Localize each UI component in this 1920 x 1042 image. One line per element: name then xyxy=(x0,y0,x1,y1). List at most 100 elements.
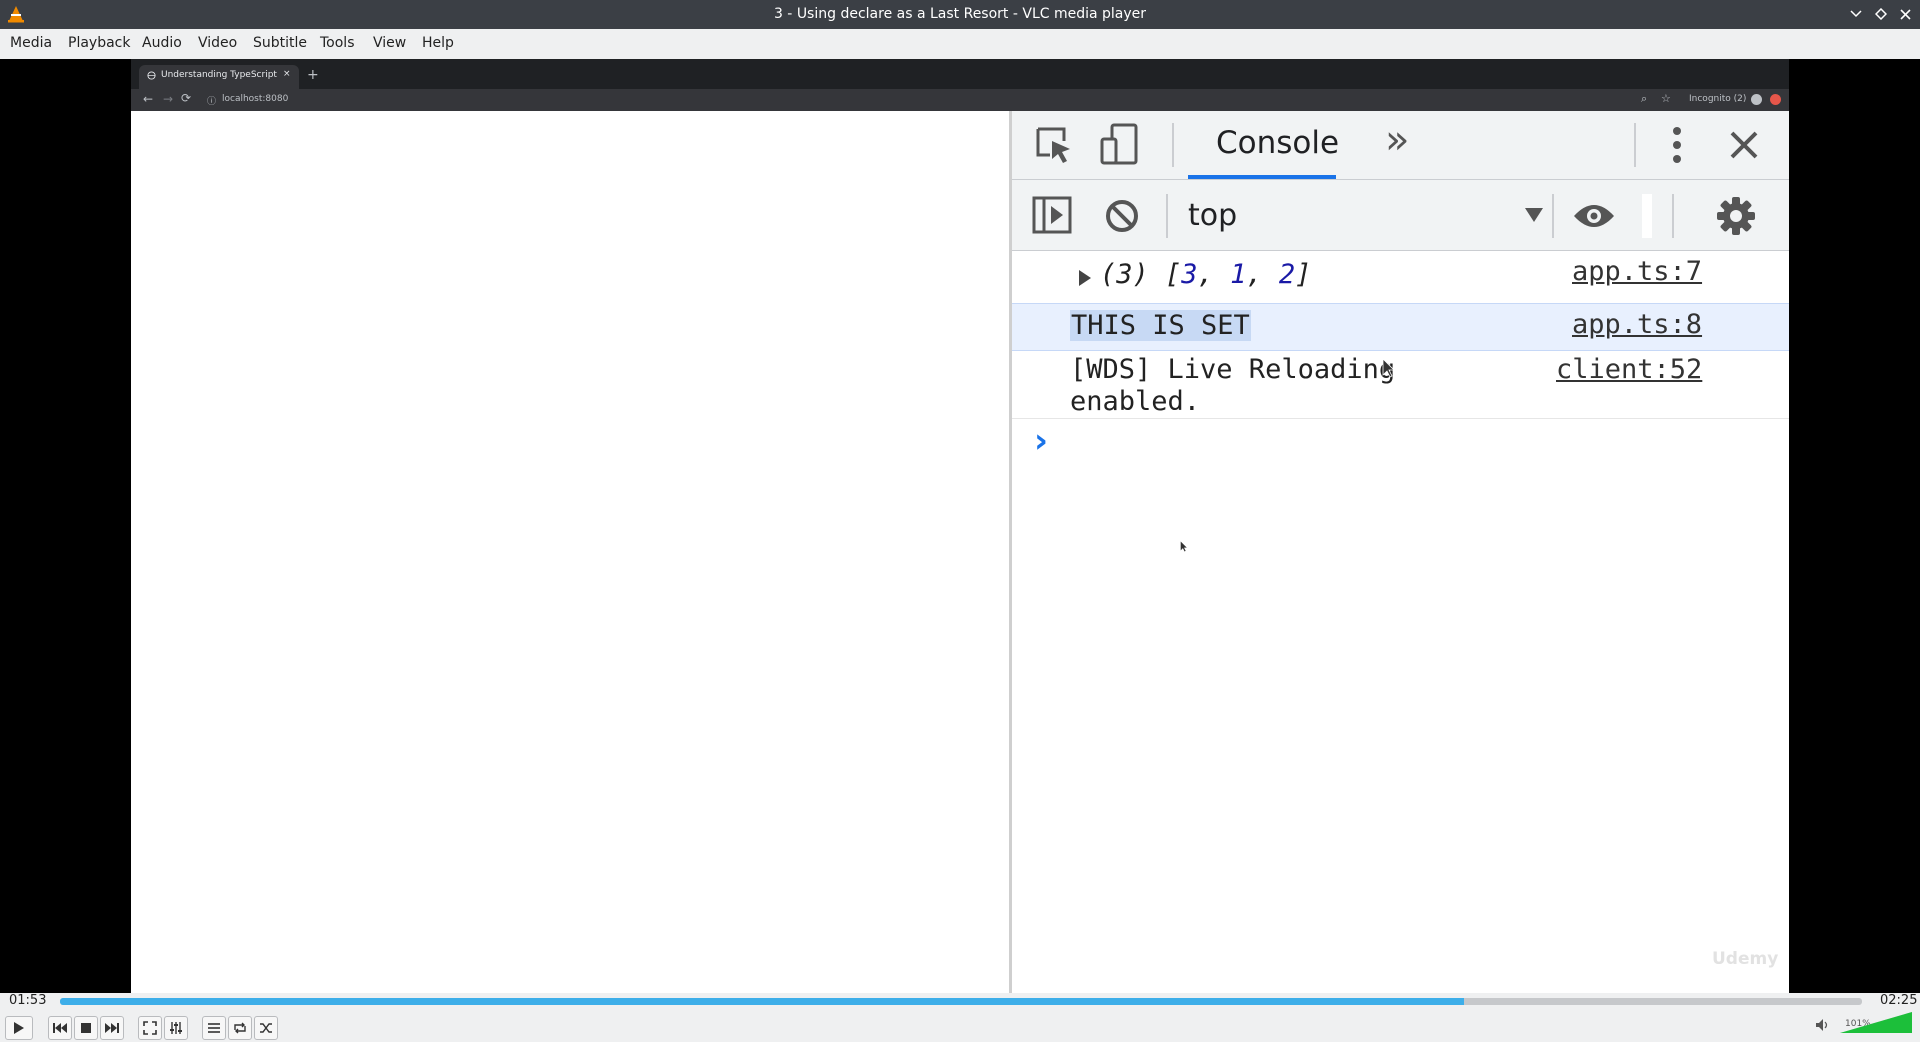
new-tab-icon: + xyxy=(307,67,319,83)
total-time[interactable]: 02:25 xyxy=(1880,993,1917,1008)
more-tabs-icon[interactable]: » xyxy=(1385,117,1409,163)
seek-slider-fill xyxy=(60,998,1464,1005)
web-page-content xyxy=(131,111,1009,993)
udemy-watermark: Udemy xyxy=(1712,949,1779,969)
toolbar-separator xyxy=(1672,194,1674,238)
menu-tools[interactable]: Tools xyxy=(320,35,355,51)
menu-media[interactable]: Media xyxy=(10,35,52,51)
browser-tab-strip: Understanding TypeScript × + xyxy=(131,59,1789,89)
browser-tab: Understanding TypeScript × xyxy=(139,65,299,89)
toolbar-separator xyxy=(1166,194,1168,238)
gear-icon[interactable] xyxy=(1716,196,1756,236)
elapsed-time: 01:53 xyxy=(9,993,47,1008)
toolbar-separator xyxy=(1552,194,1554,238)
array-value: 1 xyxy=(1230,259,1247,290)
array-prefix: (3) [ xyxy=(1100,259,1182,290)
toolbar-separator xyxy=(1634,123,1636,167)
tab-console-label: Console xyxy=(1216,125,1340,161)
console-log-row: (3) [3, 1, 2] app.ts:7 xyxy=(1012,251,1789,304)
speaker-icon[interactable] xyxy=(1815,1018,1831,1032)
source-link[interactable]: app.ts:7 xyxy=(1572,256,1702,287)
stop-button[interactable] xyxy=(74,1016,98,1040)
star-icon: ☆ xyxy=(1661,92,1671,105)
console-prompt[interactable]: › xyxy=(1034,421,1774,467)
fullscreen-icon xyxy=(143,1021,157,1035)
video-frame: Understanding TypeScript × + ← → ⟳ ⓘ loc… xyxy=(131,59,1789,993)
volume-slider-graphic xyxy=(1840,1012,1912,1033)
array-suffix: ] xyxy=(1295,259,1312,290)
window-title: 3 - Using declare as a Last Resort - VLC… xyxy=(773,6,1147,22)
equalizer-icon xyxy=(170,1022,182,1034)
prompt-chevron-icon: › xyxy=(1034,421,1049,461)
browser-tab-close-icon: × xyxy=(283,69,291,79)
menu-help[interactable]: Help xyxy=(422,35,454,51)
menu-view[interactable]: View xyxy=(373,35,406,51)
array-log: (3) [3, 1, 2] xyxy=(1100,259,1312,290)
incognito-icon xyxy=(1751,94,1762,105)
stop-icon xyxy=(81,1023,91,1033)
menu-bar: Media Playback Audio Video Subtitle Tool… xyxy=(0,29,1920,60)
source-link[interactable]: client:52 xyxy=(1556,354,1702,385)
globe-icon xyxy=(147,71,156,80)
console-log-row-selected: THIS IS SET app.ts:8 xyxy=(1012,303,1789,351)
title-bar: 3 - Using declare as a Last Resort - VLC… xyxy=(0,0,1920,29)
expand-triangle-icon[interactable] xyxy=(1078,269,1092,287)
browser-tab-title: Understanding TypeScript xyxy=(161,70,277,80)
tab-console[interactable]: Console xyxy=(1188,111,1340,179)
loop-button[interactable] xyxy=(228,1016,252,1040)
devtools-panel: Console » top (3) [3, 1, 2] app.ts:7 THI… xyxy=(1009,111,1789,993)
kebab-menu-icon[interactable] xyxy=(1672,125,1682,165)
chevron-down-icon xyxy=(1525,208,1543,222)
player-controls: 01:53 02:25 101% xyxy=(0,993,1920,1042)
skip-forward-icon xyxy=(105,1023,119,1033)
minimize-icon[interactable] xyxy=(1846,4,1866,24)
maximize-icon[interactable] xyxy=(1871,4,1891,24)
play-button[interactable] xyxy=(5,1016,33,1040)
next-button[interactable] xyxy=(100,1016,124,1040)
console-toolbar: top xyxy=(1012,180,1789,251)
zoom-icon: ⌕ xyxy=(1641,92,1648,105)
skip-back-icon xyxy=(53,1023,67,1033)
playlist-button[interactable] xyxy=(202,1016,226,1040)
element-picker-icon xyxy=(1036,127,1070,163)
seek-slider[interactable] xyxy=(60,998,1862,1005)
shuffle-button[interactable] xyxy=(254,1016,278,1040)
mouse-cursor-icon xyxy=(1180,541,1187,552)
previous-button[interactable] xyxy=(48,1016,72,1040)
browser-address-bar: ← → ⟳ ⓘ localhost:8080 ⌕ ☆ Incognito (2) xyxy=(131,89,1789,111)
menu-playback[interactable]: Playback xyxy=(68,35,130,51)
log-text-highlighted: THIS IS SET xyxy=(1070,310,1251,341)
context-selector[interactable]: top xyxy=(1180,190,1543,240)
forward-arrow-icon: → xyxy=(163,92,174,106)
menu-video[interactable]: Video xyxy=(198,35,237,51)
menu-audio[interactable]: Audio xyxy=(142,35,182,51)
reload-icon: ⟳ xyxy=(181,91,192,105)
devtools-toolbar: Console » xyxy=(1012,111,1789,180)
close-icon[interactable] xyxy=(1895,4,1915,24)
sidebar-toggle-icon[interactable] xyxy=(1032,196,1072,234)
log-text: [WDS] Live Reloading xyxy=(1070,354,1396,385)
playlist-icon xyxy=(208,1023,220,1033)
toolbar-separator xyxy=(1172,123,1174,167)
fullscreen-button[interactable] xyxy=(138,1016,162,1040)
clear-console-icon[interactable] xyxy=(1104,198,1140,234)
context-selector-value: top xyxy=(1188,198,1238,233)
menu-subtitle[interactable]: Subtitle xyxy=(253,35,307,51)
filter-input[interactable] xyxy=(1642,194,1652,238)
console-log-row: [WDS] Live Reloading enabled. client:52 xyxy=(1012,350,1789,419)
array-value: 3 xyxy=(1181,259,1198,290)
source-link[interactable]: app.ts:8 xyxy=(1572,309,1702,340)
back-arrow-icon: ← xyxy=(143,92,154,106)
log-text: enabled. xyxy=(1070,386,1201,417)
loop-icon xyxy=(234,1022,246,1034)
browser-url: localhost:8080 xyxy=(222,94,289,104)
play-icon xyxy=(14,1022,24,1034)
array-value: 2 xyxy=(1278,259,1296,290)
shuffle-icon xyxy=(260,1023,272,1033)
extended-settings-button[interactable] xyxy=(164,1016,188,1040)
info-icon: ⓘ xyxy=(207,97,217,107)
live-expression-eye-icon[interactable] xyxy=(1572,202,1616,230)
close-devtools-icon[interactable] xyxy=(1728,129,1760,161)
mouse-cursor-icon xyxy=(1382,358,1395,378)
volume-slider[interactable] xyxy=(1840,1012,1912,1033)
